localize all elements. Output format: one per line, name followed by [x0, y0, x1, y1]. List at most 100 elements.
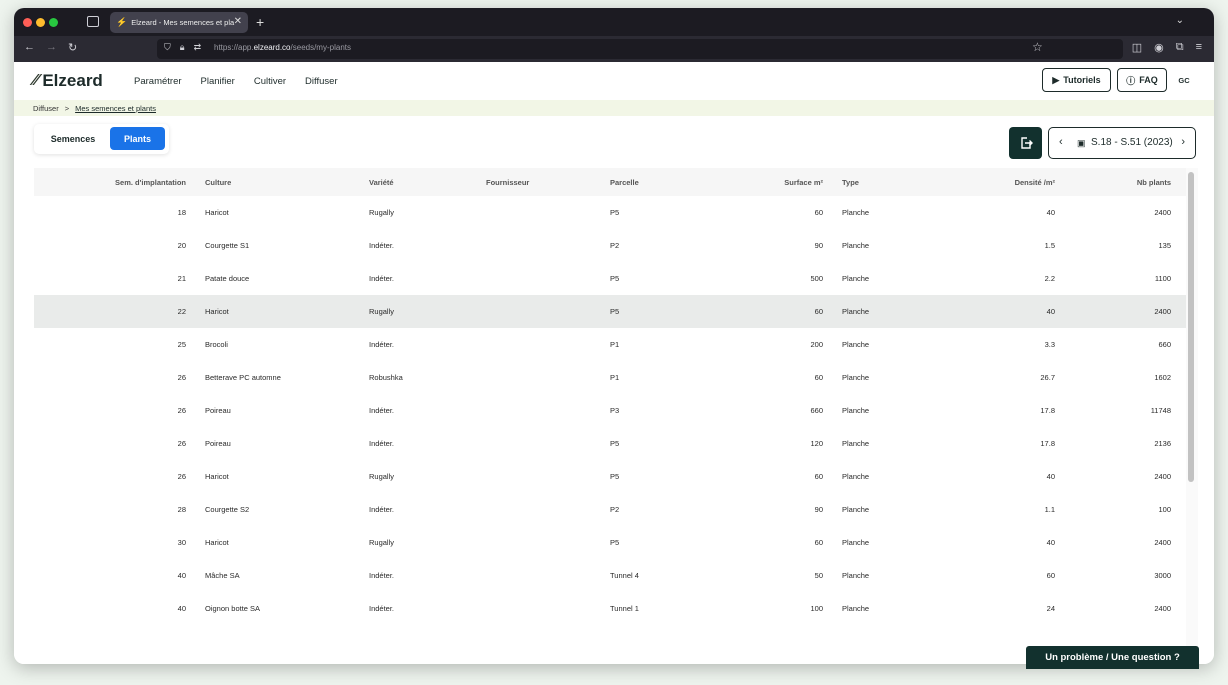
nav-item-parametrer[interactable]: Paramétrer	[134, 76, 182, 87]
tab-manager-icon[interactable]	[87, 16, 99, 27]
cell-culture: Courgette S1	[205, 241, 250, 250]
cell-parcelle: P5	[610, 538, 620, 547]
tracking-shield-icon[interactable]: ⛉	[164, 42, 171, 53]
cell-parcelle: P5	[610, 274, 620, 283]
col-header-surface[interactable]: Surface m²	[734, 168, 823, 196]
period-label[interactable]: S.18 - S.51 (2023)	[1091, 137, 1173, 148]
cell-fournisseur	[486, 196, 596, 229]
col-header-nb-plants[interactable]: Nb plants	[1074, 168, 1171, 196]
help-button[interactable]: Un problème / Une question ?	[1026, 646, 1199, 669]
cell-fournisseur	[486, 493, 596, 526]
browser-window: ⚡ Elzeard - Mes semences et pla ✕ + ⌄ ← …	[14, 8, 1214, 664]
cell-variete: Indéter.	[369, 406, 395, 415]
cell-type: Planche	[842, 571, 870, 580]
table-row[interactable]: 26 Haricot Rugally P5 60 Planche 40 2400	[34, 460, 1186, 493]
col-header-variete[interactable]: Variété	[369, 168, 479, 196]
browser-tab[interactable]: ⚡ Elzeard - Mes semences et pla ✕	[110, 12, 248, 33]
cell-culture: Haricot	[205, 538, 229, 547]
permissions-icon[interactable]: ⇄	[194, 42, 202, 53]
cell-nb-plants: 2400	[1154, 307, 1171, 316]
tab-semences[interactable]: Semences	[38, 127, 108, 150]
nav-item-diffuser[interactable]: Diffuser	[305, 76, 338, 87]
pocket-icon[interactable]: ◫	[1132, 41, 1142, 54]
breadcrumb-parent[interactable]: Diffuser	[33, 104, 59, 113]
table-row[interactable]: 26 Poireau Indéter. P3 660 Planche 17.8 11748	[34, 394, 1186, 427]
cell-densite: 2.2	[1044, 274, 1055, 283]
cell-surface: 60	[814, 307, 823, 316]
table-row[interactable]: 28 Courgette S2 Indéter. P2 90 Planche 1.1 100	[34, 493, 1186, 526]
col-header-fournisseur[interactable]: Fournisseur	[486, 168, 596, 196]
cell-fournisseur	[486, 427, 596, 460]
cell-parcelle: Tunnel 1	[610, 604, 639, 613]
col-header-culture[interactable]: Culture	[205, 168, 355, 196]
new-tab-icon[interactable]: +	[256, 14, 264, 30]
list-all-tabs-icon[interactable]: ⌄	[1176, 15, 1184, 26]
maximize-window-icon[interactable]	[49, 18, 58, 27]
minimize-window-icon[interactable]	[36, 18, 45, 27]
tab-plants[interactable]: Plants	[110, 127, 165, 150]
table-row[interactable]: 40 Mâche SA Indéter. Tunnel 4 50 Planche 60 300…	[34, 559, 1186, 592]
cell-variete: Rugally	[369, 472, 395, 481]
table-row[interactable]: 40 Oignon botte SA Indéter. Tunnel 1 100 Plan…	[34, 592, 1186, 625]
back-icon[interactable]: ←	[24, 41, 35, 53]
extensions-icon[interactable]: ⧉	[1176, 41, 1184, 54]
bookmark-star-icon[interactable]: ☆	[1032, 40, 1043, 54]
nav-item-cultiver[interactable]: Cultiver	[254, 76, 286, 87]
cell-variete: Rugally	[369, 208, 395, 217]
table-row[interactable]: 22 Haricot Rugally P5 60 Planche 40 2400	[34, 295, 1186, 328]
chevron-left-icon[interactable]: ‹	[1059, 136, 1063, 148]
cell-densite: 60	[1046, 571, 1055, 580]
cell-sem: 20	[177, 241, 186, 250]
cell-sem: 40	[177, 571, 186, 580]
url-text[interactable]: https://app.elzeard.co/seeds/my-plants	[214, 43, 351, 52]
lock-icon[interactable]: 🔒︎	[180, 42, 185, 53]
logo[interactable]: ⁄⁄ Elzeard	[33, 71, 103, 91]
table-header: Sem. d'implantation Culture Variété Four…	[34, 168, 1186, 196]
forward-icon[interactable]: →	[46, 41, 57, 53]
col-header-type[interactable]: Type	[842, 168, 922, 196]
app-header: ⁄⁄ Elzeard Paramétrer Planifier Cultiver…	[14, 62, 1214, 100]
cell-fournisseur	[486, 394, 596, 427]
cell-variete: Rugally	[369, 538, 395, 547]
nav-item-planifier[interactable]: Planifier	[201, 76, 235, 87]
export-button[interactable]	[1009, 127, 1042, 159]
account-icon[interactable]: ◉	[1154, 41, 1164, 54]
cell-densite: 26.7	[1040, 373, 1055, 382]
cell-surface: 60	[814, 538, 823, 547]
elzeard-favicon-icon: ⚡	[116, 17, 128, 27]
table-row[interactable]: 20 Courgette S1 Indéter. P2 90 Planche 1.5 135	[34, 229, 1186, 262]
close-tab-icon[interactable]: ✕	[234, 16, 242, 27]
col-header-parcelle[interactable]: Parcelle	[610, 168, 720, 196]
col-header-sem[interactable]: Sem. d'implantation	[34, 168, 186, 196]
table-row[interactable]: 18 Haricot Rugally P5 60 Planche 40 2400	[34, 196, 1186, 229]
scrollbar-thumb[interactable]	[1188, 172, 1194, 482]
tutorials-button[interactable]: ▶ Tutoriels	[1042, 68, 1111, 92]
cell-densite: 40	[1046, 472, 1055, 481]
cell-culture: Courgette S2	[205, 505, 250, 514]
cell-culture: Brocoli	[205, 340, 228, 349]
faq-button[interactable]: ⓘ FAQ	[1117, 68, 1167, 92]
table-row[interactable]: 25 Brocoli Indéter. P1 200 Planche 3.3 660	[34, 328, 1186, 361]
main-nav: Paramétrer Planifier Cultiver Diffuser	[134, 76, 338, 87]
table-row[interactable]: 30 Haricot Rugally P5 60 Planche 40 2400	[34, 526, 1186, 559]
col-header-densite[interactable]: Densité /m²	[934, 168, 1055, 196]
close-window-icon[interactable]	[23, 18, 32, 27]
table-row[interactable]: 26 Betterave PC automne Robushka P1 60 Planch…	[34, 361, 1186, 394]
chevron-right-icon[interactable]: ›	[1181, 136, 1185, 148]
cell-densite: 40	[1046, 307, 1055, 316]
table-row[interactable]: 21 Patate douce Indéter. P5 500 Planche 2.2 110…	[34, 262, 1186, 295]
logo-text: Elzeard	[42, 71, 103, 90]
cell-surface: 200	[810, 340, 823, 349]
cell-culture: Patate douce	[205, 274, 250, 283]
table-row[interactable]: 26 Poireau Indéter. P5 120 Planche 17.8 2136	[34, 427, 1186, 460]
cell-nb-plants: 2400	[1154, 604, 1171, 613]
elzeard-logo-icon: ⁄⁄	[33, 72, 39, 89]
cell-parcelle: P5	[610, 208, 620, 217]
cell-nb-plants: 3000	[1154, 571, 1171, 580]
menu-icon[interactable]: ≡	[1196, 41, 1202, 54]
cell-nb-plants: 2400	[1154, 208, 1171, 217]
reload-icon[interactable]: ↻	[68, 41, 77, 54]
cell-culture: Haricot	[205, 307, 229, 316]
breadcrumb-current[interactable]: Mes semences et plants	[75, 104, 156, 113]
avatar[interactable]: GC	[1174, 70, 1194, 90]
